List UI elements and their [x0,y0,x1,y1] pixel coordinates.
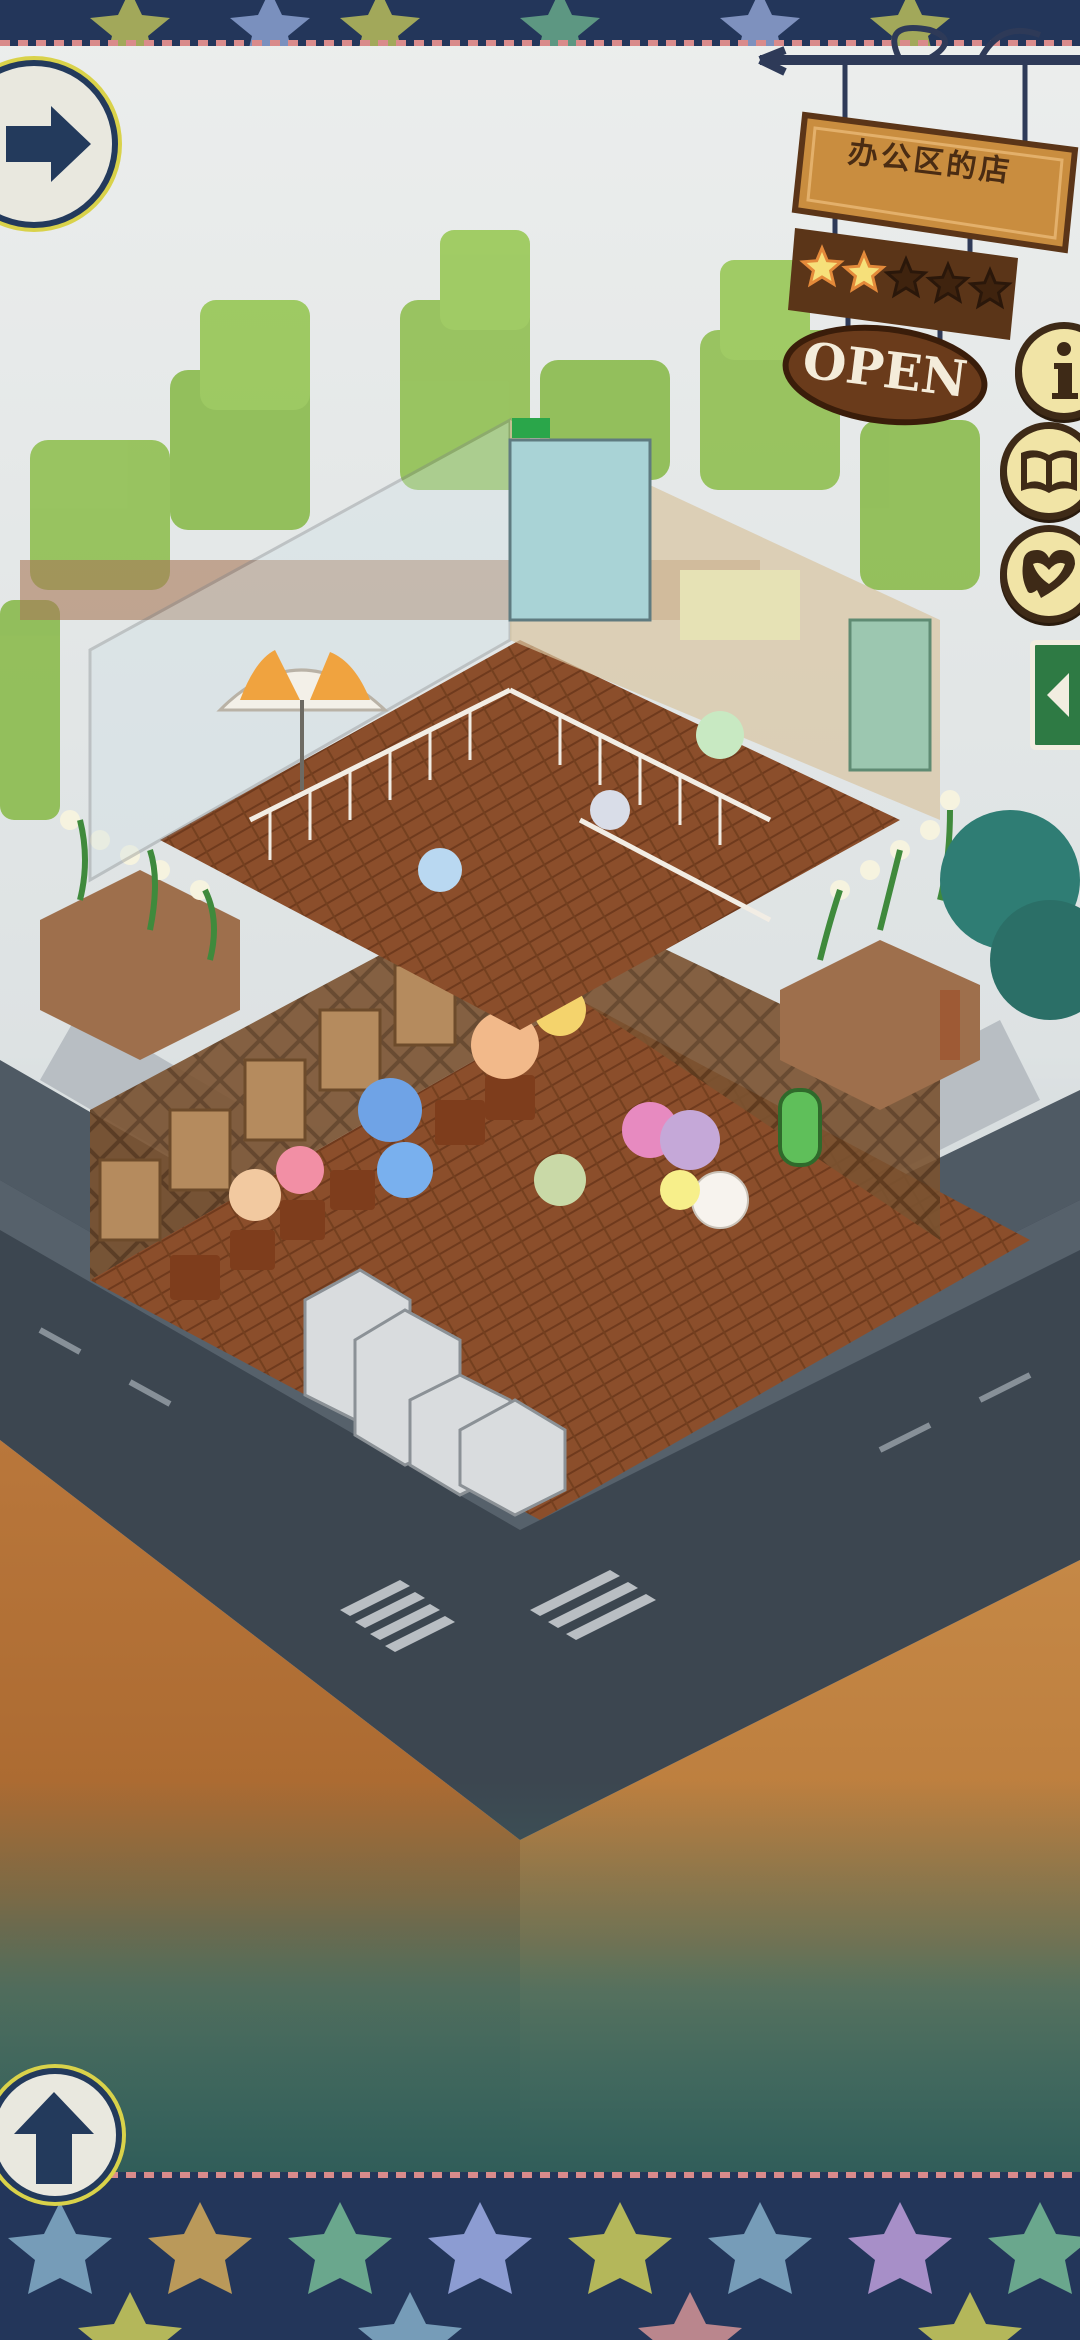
info-icon [1052,342,1078,399]
arrow-left-icon [1047,673,1069,717]
arrow-up-icon [14,2092,94,2184]
info-button[interactable] [1015,322,1080,420]
side-panel-collapse-tab[interactable] [1030,640,1080,750]
up-arrow-button[interactable] [0,2068,122,2202]
book-icon [1021,450,1077,493]
recipe-book-button[interactable] [1000,422,1080,520]
bottom-star-banner [0,2172,1080,2340]
heart-icon [1022,550,1075,598]
favorites-button[interactable] [1000,525,1080,623]
star-pattern-icon [8,2202,1080,2340]
